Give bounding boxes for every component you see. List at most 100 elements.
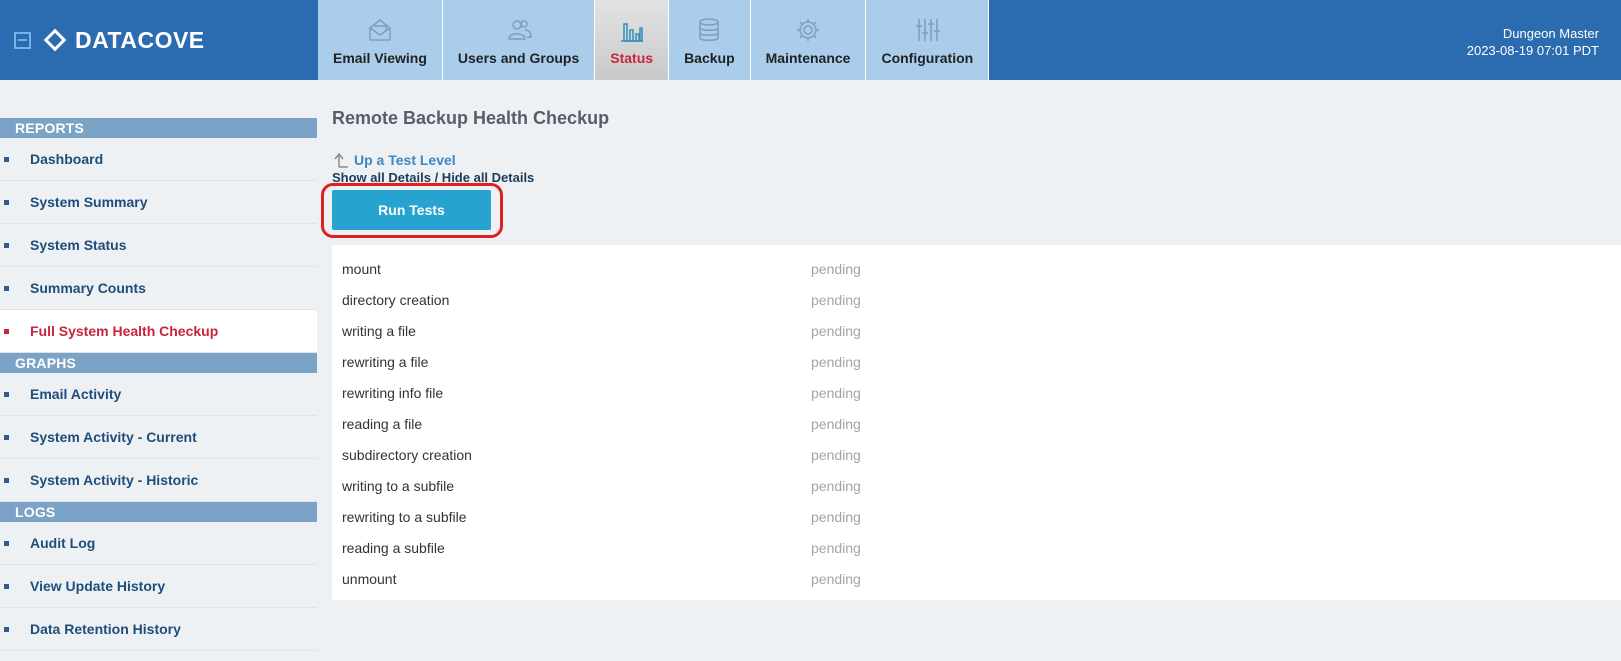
tab-label: Email Viewing — [333, 50, 427, 66]
test-name: unmount — [342, 570, 397, 587]
test-status: pending — [811, 415, 861, 432]
sidebar-item-view-update-history[interactable]: View Update History — [0, 565, 317, 608]
gear-icon — [797, 19, 820, 41]
up-arrow-icon — [334, 152, 348, 168]
table-row: directory creation pending — [332, 284, 1621, 315]
table-row: reading a subfile pending — [332, 532, 1621, 563]
table-row: rewriting a file pending — [332, 346, 1621, 377]
bullet-icon — [4, 583, 9, 589]
test-name: reading a file — [342, 415, 423, 432]
test-status: pending — [811, 353, 861, 370]
brand-name: DATACOVE — [75, 26, 205, 53]
test-status: pending — [811, 508, 861, 525]
database-icon — [699, 18, 720, 41]
sidebar-item-audit-log[interactable]: Audit Log — [0, 522, 317, 565]
sidebar-item-email-activity[interactable]: Email Activity — [0, 373, 317, 416]
table-row: unmount pending — [332, 563, 1621, 594]
sidebar-item-label: View Update History — [30, 578, 166, 594]
section-header-reports: REPORTS — [0, 118, 317, 138]
test-results-table: mount pending directory creation pending… — [332, 245, 1621, 600]
user-info: Dungeon Master 2023-08-19 07:01 PDT — [1467, 25, 1599, 59]
table-row: writing to a subfile pending — [332, 470, 1621, 501]
tab-label: Backup — [684, 50, 735, 66]
bullet-icon — [4, 285, 9, 291]
bullet-icon — [4, 540, 9, 546]
sidebar-item-label: Email Activity — [30, 386, 122, 402]
main-nav-tabs: Email Viewing Users and Groups Status Ba… — [318, 0, 990, 80]
test-name: writing to a subfile — [342, 477, 455, 494]
up-link-label: Up a Test Level — [354, 152, 456, 168]
sidebar: REPORTS Dashboard System Summary System … — [0, 118, 317, 651]
logo-diamond-icon — [43, 28, 67, 52]
sidebar-item-label: Audit Log — [30, 535, 96, 551]
test-status: pending — [811, 260, 861, 277]
test-name: rewriting to a subfile — [342, 508, 467, 525]
tab-label: Configuration — [881, 50, 974, 66]
bullet-icon — [4, 156, 9, 162]
sidebar-item-system-activity-current[interactable]: System Activity - Current — [0, 416, 317, 459]
sidebar-item-label: Dashboard — [30, 151, 104, 167]
test-name: reading a subfile — [342, 539, 445, 556]
sidebar-item-label: Full System Health Checkup — [30, 323, 219, 339]
bullet-icon — [4, 199, 9, 205]
show-hide-details-link[interactable]: Show all Details / Hide all Details — [332, 170, 1621, 186]
bullet-icon — [4, 626, 9, 632]
table-row: writing a file pending — [332, 315, 1621, 346]
sidebar-item-dashboard[interactable]: Dashboard — [0, 138, 317, 181]
tab-email-viewing[interactable]: Email Viewing — [318, 0, 443, 80]
section-header-logs: LOGS — [0, 502, 317, 522]
test-name: rewriting a file — [342, 353, 429, 370]
tab-label: Maintenance — [765, 50, 851, 66]
sidebar-item-label: Data Retention History — [30, 621, 181, 637]
tab-status[interactable]: Status — [595, 0, 670, 80]
sidebar-item-full-system-health-checkup[interactable]: Full System Health Checkup — [0, 310, 317, 353]
sidebar-item-label: Summary Counts — [30, 280, 146, 296]
bullet-icon — [4, 328, 9, 334]
test-name: mount — [342, 260, 381, 277]
sidebar-item-label: System Activity - Current — [30, 429, 197, 445]
test-status: pending — [811, 322, 861, 339]
up-a-test-level-link[interactable]: Up a Test Level — [332, 151, 1621, 169]
test-status: pending — [811, 570, 861, 587]
top-header: DATACOVE Email Viewing Users and Groups … — [0, 0, 1621, 80]
collapse-icon[interactable] — [14, 31, 31, 49]
test-name: rewriting info file — [342, 384, 444, 401]
tab-configuration[interactable]: Configuration — [866, 0, 990, 80]
sidebar-item-system-status[interactable]: System Status — [0, 224, 317, 267]
tab-backup[interactable]: Backup — [669, 0, 751, 80]
tab-users-and-groups[interactable]: Users and Groups — [442, 0, 596, 80]
sidebar-item-data-retention-history[interactable]: Data Retention History — [0, 608, 317, 651]
test-name: subdirectory creation — [342, 446, 472, 463]
table-row: subdirectory creation pending — [332, 439, 1621, 470]
envelope-icon — [369, 19, 391, 41]
section-header-graphs: GRAPHS — [0, 353, 317, 373]
page-title: Remote Backup Health Checkup — [332, 108, 610, 128]
table-row: rewriting info file pending — [332, 377, 1621, 408]
run-tests-button[interactable]: Run Tests — [332, 190, 491, 230]
sidebar-item-system-activity-historic[interactable]: System Activity - Historic — [0, 459, 317, 502]
tab-label: Status — [610, 50, 654, 66]
brand: DATACOVE — [14, 0, 314, 80]
bar-chart-icon — [620, 23, 643, 42]
tab-maintenance[interactable]: Maintenance — [750, 0, 867, 80]
tab-label: Users and Groups — [457, 50, 580, 66]
user-name[interactable]: Dungeon Master — [1467, 25, 1599, 42]
users-icon — [507, 20, 532, 40]
sliders-icon — [916, 19, 941, 41]
main-content: Remote Backup Health Checkup Up a Test L… — [321, 108, 1621, 600]
test-status: pending — [811, 384, 861, 401]
sidebar-item-system-summary[interactable]: System Summary — [0, 181, 317, 224]
test-status: pending — [811, 539, 861, 556]
table-row: reading a file pending — [332, 408, 1621, 439]
sidebar-item-label: System Status — [30, 237, 127, 253]
sidebar-item-summary-counts[interactable]: Summary Counts — [0, 267, 317, 310]
current-datetime: 2023-08-19 07:01 PDT — [1466, 43, 1599, 58]
test-status: pending — [811, 446, 861, 463]
test-status: pending — [811, 477, 861, 494]
bullet-icon — [4, 434, 9, 440]
test-name: writing a file — [342, 322, 416, 339]
bullet-icon — [4, 477, 9, 483]
table-row: mount pending — [332, 253, 1621, 284]
bullet-icon — [4, 242, 9, 248]
test-status: pending — [811, 291, 861, 308]
